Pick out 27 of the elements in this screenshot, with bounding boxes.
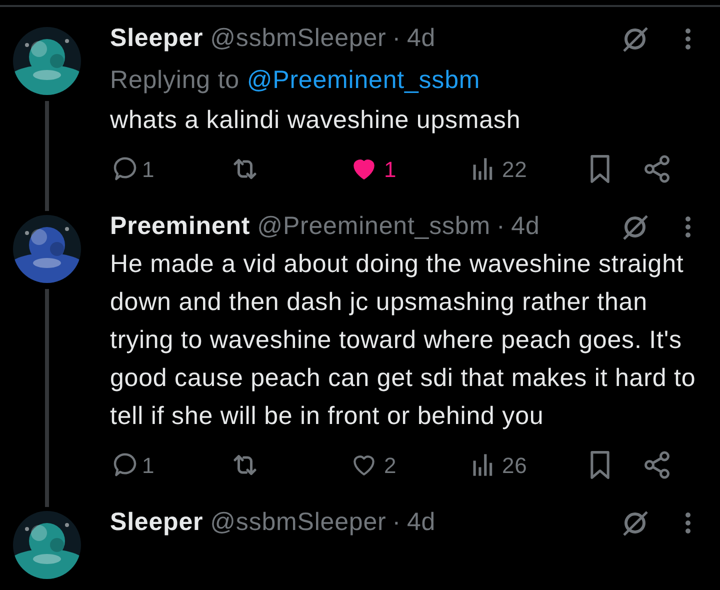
like-count: 2 (384, 452, 397, 480)
more-icon[interactable] (684, 215, 692, 239)
author-handle[interactable]: @ssbmSleeper (210, 504, 386, 542)
separator-dot: · (392, 23, 401, 54)
post-text: whats a kalindi waveshine upsmash (110, 105, 522, 136)
mention-link[interactable]: @Preeminent_ssbm (246, 66, 480, 94)
more-icon[interactable] (684, 27, 692, 51)
post-time[interactable]: 4d (406, 20, 436, 58)
view-count: 22 (502, 156, 528, 184)
separator-dot: · (496, 211, 506, 242)
author-name[interactable]: Sleeper (110, 504, 204, 542)
like-count: 1 (384, 156, 397, 184)
replying-label: Replying to (110, 66, 240, 94)
author-handle[interactable]: @ssbmSleeper (210, 20, 386, 58)
view-count: 26 (502, 452, 528, 480)
separator-dot: · (392, 507, 401, 538)
post-text: He made a vid about doing the waveshine straight down and then dash jc upsmashing rather than trying to waveshine toward where peach goes. It's good cause peach can get sdi that makes it hard to tell if she will be in front or behind you (110, 249, 697, 432)
post-time[interactable]: 4d (406, 504, 436, 542)
more-icon[interactable] (684, 511, 692, 535)
author-name[interactable]: Sleeper (110, 20, 204, 58)
reply-count: 1 (142, 156, 155, 184)
reply-count: 1 (142, 452, 155, 480)
share-icon[interactable] (642, 154, 672, 184)
author-name[interactable]: Preeminent (110, 208, 250, 246)
share-icon[interactable] (642, 450, 672, 480)
post-time[interactable]: 4d (511, 208, 540, 246)
author-handle[interactable]: @Preeminent_ssbm (257, 208, 490, 246)
